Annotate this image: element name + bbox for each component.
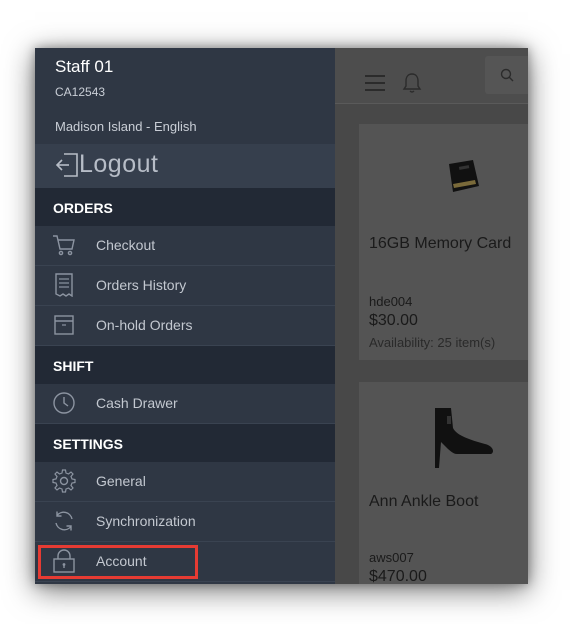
search-icon xyxy=(500,68,514,82)
sidebar-menu: Staff 01 CA12543 Madison Island - Englis… xyxy=(35,48,335,584)
user-header: Staff 01 CA12543 Madison Island - Englis… xyxy=(35,48,335,144)
logout-label: Logout xyxy=(79,150,159,178)
main-content: 16GB Memory Card hde004 $30.00 Availabil… xyxy=(335,48,528,584)
ankle-boot-image xyxy=(435,408,493,468)
product-availability: Availability: 25 item(s) xyxy=(369,335,496,350)
memory-card-image xyxy=(449,160,479,192)
account-highlight-frame xyxy=(38,545,198,579)
menu-item-cash-drawer[interactable]: Cash Drawer xyxy=(35,384,335,424)
staff-name: Staff 01 xyxy=(55,57,114,76)
box-icon xyxy=(54,315,74,335)
cart-icon xyxy=(53,235,75,256)
menu-item-synchronization[interactable]: Synchronization xyxy=(35,502,335,542)
hamburger-icon[interactable] xyxy=(365,75,385,91)
section-shift: SHIFT xyxy=(35,346,335,384)
menu-item-checkout[interactable]: Checkout xyxy=(35,226,335,266)
section-settings: SETTINGS xyxy=(35,424,335,462)
product-sku: aws007 xyxy=(369,550,414,565)
menu-item-label: Synchronization xyxy=(96,513,196,529)
section-title: ORDERS xyxy=(53,200,113,216)
product-card[interactable]: Ann Ankle Boot aws007 $470.00 xyxy=(359,382,528,584)
section-orders: ORDERS xyxy=(35,188,335,226)
top-bar xyxy=(335,48,528,104)
app-window: 16GB Memory Card hde004 $30.00 Availabil… xyxy=(35,48,528,584)
section-title: SETTINGS xyxy=(53,436,124,452)
logout-icon xyxy=(55,153,78,177)
menu-item-on-hold-orders[interactable]: On-hold Orders xyxy=(35,306,335,346)
menu-item-label: On-hold Orders xyxy=(96,317,193,333)
clock-icon xyxy=(53,392,75,414)
menu-item-label: Cash Drawer xyxy=(96,395,178,411)
product-price: $30.00 xyxy=(369,312,418,329)
menu-item-label: Checkout xyxy=(96,237,156,253)
search-button[interactable] xyxy=(485,56,528,94)
sync-icon xyxy=(55,511,73,531)
bell-icon[interactable] xyxy=(401,72,423,94)
receipt-icon xyxy=(55,273,73,297)
section-title: SHIFT xyxy=(53,358,94,374)
product-card[interactable]: 16GB Memory Card hde004 $30.00 Availabil… xyxy=(359,124,528,360)
product-name: 16GB Memory Card xyxy=(369,235,512,252)
product-price: $470.00 xyxy=(369,568,427,584)
menu-item-orders-history[interactable]: Orders History xyxy=(35,266,335,306)
menu-item-general[interactable]: General xyxy=(35,462,335,502)
staff-code: CA12543 xyxy=(55,85,106,99)
product-sku: hde004 xyxy=(369,294,413,309)
logout-button[interactable]: Logout xyxy=(35,144,335,188)
menu-item-label: General xyxy=(96,473,146,489)
store-name: Madison Island - English xyxy=(55,119,197,134)
product-name: Ann Ankle Boot xyxy=(369,493,479,510)
gear-icon xyxy=(52,469,76,493)
menu-item-label: Orders History xyxy=(96,277,187,293)
